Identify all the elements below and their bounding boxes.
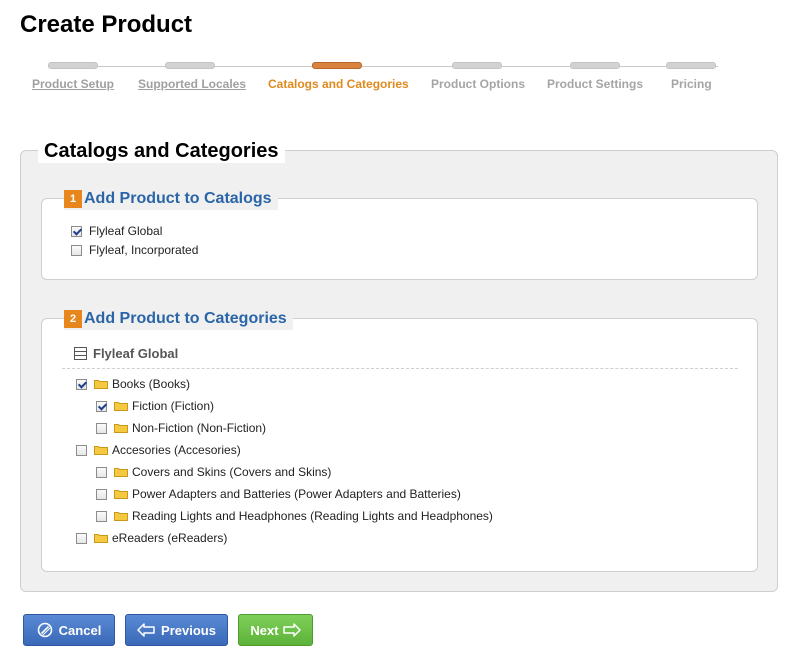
category-label: Books (Books) <box>112 377 191 391</box>
categories-section-legend: 2 Add Product to Categories <box>64 308 293 330</box>
catalogs-section: 1 Add Product to Catalogs Flyleaf Global… <box>41 188 758 280</box>
category-item-fiction[interactable]: Fiction (Fiction) <box>96 399 214 413</box>
step-label: Product Settings <box>547 77 644 91</box>
category-checkbox[interactable] <box>76 378 87 390</box>
step-indicator-active <box>312 62 362 69</box>
category-checkbox[interactable] <box>96 510 107 522</box>
step-label[interactable]: Product Setup <box>32 77 114 91</box>
next-button-label: Next <box>250 622 279 638</box>
folder-icon <box>114 512 128 521</box>
catalogs-categories-panel: Catalogs and Categories 1 Add Product to… <box>20 139 778 592</box>
category-checkbox[interactable] <box>96 422 107 434</box>
section-title: Add Product to Categories <box>84 310 287 327</box>
catalog-checkbox[interactable] <box>71 225 82 237</box>
category-item-books[interactable]: Books (Books) <box>76 377 190 391</box>
folder-icon <box>94 380 108 389</box>
catalogs-section-legend: 1 Add Product to Catalogs <box>64 188 278 210</box>
cancel-circle-icon <box>37 622 52 638</box>
cancel-button-label: Cancel <box>58 622 102 638</box>
category-item-power-adapters[interactable]: Power Adapters and Batteries (Power Adap… <box>96 487 461 501</box>
step-number-badge: 1 <box>64 190 82 208</box>
step-label: Product Options <box>431 77 525 91</box>
cancel-button[interactable]: Cancel <box>23 614 115 646</box>
step-label: Pricing <box>671 77 712 91</box>
panel-legend: Catalogs and Categories <box>38 139 285 163</box>
category-checkbox[interactable] <box>76 532 87 544</box>
step-indicator <box>666 62 716 69</box>
category-item-ereaders[interactable]: eReaders (eReaders) <box>76 531 227 545</box>
category-item-reading-lights[interactable]: Reading Lights and Headphones (Reading L… <box>96 509 493 523</box>
category-tree-header: Flyleaf Global <box>74 346 178 361</box>
tree-divider <box>62 368 738 369</box>
catalog-label: Flyleaf, Incorporated <box>89 243 199 257</box>
arrow-left-icon <box>137 623 155 637</box>
catalog-checkbox[interactable] <box>71 244 82 256</box>
catalog-label: Flyleaf Global <box>89 224 163 238</box>
tree-list-icon <box>74 347 87 360</box>
folder-icon <box>114 468 128 477</box>
category-label: Reading Lights and Headphones (Reading L… <box>132 509 493 523</box>
step-label: Catalogs and Categories <box>268 77 409 91</box>
step-indicator <box>570 62 620 69</box>
category-checkbox[interactable] <box>76 444 87 456</box>
folder-icon <box>114 402 128 411</box>
step-indicator <box>48 62 98 69</box>
catalog-item-flyleaf-global[interactable]: Flyleaf Global <box>71 224 162 238</box>
category-item-covers-skins[interactable]: Covers and Skins (Covers and Skins) <box>96 465 331 479</box>
page-title: Create Product <box>20 11 193 38</box>
folder-icon <box>94 446 108 455</box>
previous-button[interactable]: Previous <box>125 614 228 646</box>
category-label: eReaders (eReaders) <box>112 531 228 545</box>
catalog-item-flyleaf-incorporated[interactable]: Flyleaf, Incorporated <box>71 243 198 257</box>
arrow-right-icon <box>282 623 301 637</box>
step-number-badge: 2 <box>64 310 82 328</box>
category-item-non-fiction[interactable]: Non-Fiction (Non-Fiction) <box>96 421 266 435</box>
categories-section: 2 Add Product to Categories Flyleaf Glob… <box>41 308 758 572</box>
category-label: Accesories (Accesories) <box>112 443 241 457</box>
previous-button-label: Previous <box>161 622 216 638</box>
tree-title: Flyleaf Global <box>93 346 179 361</box>
next-button[interactable]: Next <box>238 614 313 646</box>
folder-icon <box>114 490 128 499</box>
category-label: Non-Fiction (Non-Fiction) <box>132 421 267 435</box>
section-title: Add Product to Catalogs <box>84 190 272 207</box>
category-checkbox[interactable] <box>96 400 107 412</box>
category-checkbox[interactable] <box>96 466 107 478</box>
folder-icon <box>94 534 108 543</box>
category-checkbox[interactable] <box>96 488 107 500</box>
category-item-accesories[interactable]: Accesories (Accesories) <box>76 443 241 457</box>
wizard-steps: Product Setup Supported Locales Catalogs… <box>20 60 740 100</box>
category-label: Fiction (Fiction) <box>132 399 215 413</box>
folder-icon <box>114 424 128 433</box>
category-label: Power Adapters and Batteries (Power Adap… <box>132 487 461 501</box>
category-label: Covers and Skins (Covers and Skins) <box>132 465 332 479</box>
step-label[interactable]: Supported Locales <box>138 77 246 91</box>
step-indicator <box>452 62 502 69</box>
step-indicator <box>165 62 215 69</box>
